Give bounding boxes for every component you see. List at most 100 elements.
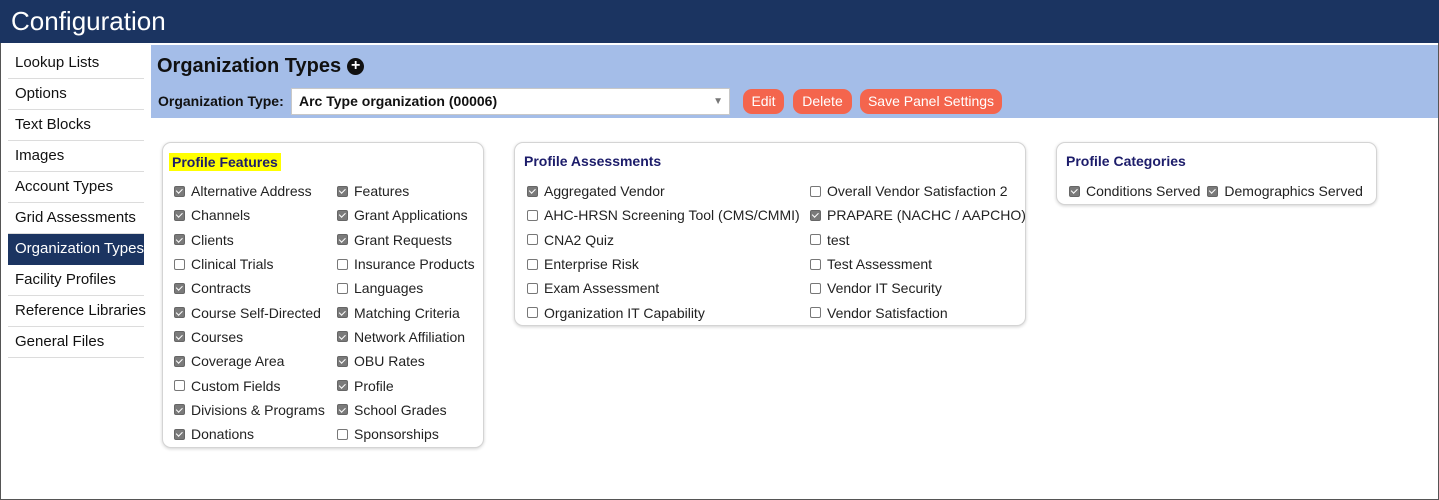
checkbox-checked[interactable] — [337, 331, 348, 343]
checkbox-unchecked[interactable] — [810, 185, 821, 197]
checkbox-row[interactable]: Test Assessment — [810, 252, 1026, 276]
profile-assessments-title: Profile Assessments — [524, 153, 662, 169]
checkbox-row[interactable]: AHC-HRSN Screening Tool (CMS/CMMI) — [527, 203, 800, 227]
checkbox-row[interactable]: test — [810, 228, 1026, 252]
checkbox-checked[interactable] — [174, 209, 185, 221]
checkbox-unchecked[interactable] — [527, 282, 538, 294]
header-panel: Organization Types + Organization Type: … — [151, 45, 1438, 118]
sidebar-item-lookup-lists[interactable]: Lookup Lists — [8, 48, 144, 79]
sidebar-item-options[interactable]: Options — [8, 79, 144, 110]
checkbox-checked[interactable] — [174, 307, 185, 319]
checkbox-row[interactable]: OBU Rates — [337, 349, 475, 373]
profile-features-title: Profile Features — [169, 153, 281, 171]
checkbox-row[interactable]: Contracts — [174, 276, 325, 300]
sidebar-item-reference-libraries[interactable]: Reference Libraries — [8, 296, 146, 327]
sidebar-item-text-blocks[interactable]: Text Blocks — [8, 110, 144, 141]
checkbox-checked[interactable] — [337, 209, 348, 221]
sidebar-item-organization-types[interactable]: Organization Types — [8, 234, 144, 265]
sidebar-item-account-types[interactable]: Account Types — [8, 172, 144, 203]
checkbox-checked[interactable] — [527, 185, 538, 197]
checkbox-unchecked[interactable] — [810, 282, 821, 294]
checkbox-row[interactable]: Exam Assessment — [527, 276, 800, 300]
profile-assessments-card: Profile Assessments Aggregated Vendor AHC… — [514, 142, 1026, 326]
checkbox-checked[interactable] — [337, 355, 348, 367]
checkbox-unchecked[interactable] — [527, 234, 538, 246]
checkbox-row[interactable]: CNA2 Quiz — [527, 228, 800, 252]
checkbox-row[interactable]: Donations — [174, 422, 325, 446]
checkbox-row[interactable]: Vendor IT Security — [810, 276, 1026, 300]
delete-button[interactable]: Delete — [793, 89, 852, 114]
checkbox-label: Overall Vendor Satisfaction 2 — [827, 183, 1008, 200]
sidebar-item-facility-profiles[interactable]: Facility Profiles — [8, 265, 144, 296]
checkbox-row[interactable]: Vendor Satisfaction — [810, 300, 1026, 324]
page-title-wrap: Organization Types + — [157, 55, 365, 78]
checkbox-unchecked[interactable] — [337, 282, 348, 294]
plus-circle-icon[interactable]: + — [347, 58, 365, 75]
checkbox-checked[interactable] — [174, 282, 185, 294]
checkbox-row[interactable]: Insurance Products — [337, 252, 475, 276]
checkbox-checked[interactable] — [174, 234, 185, 246]
checkbox-unchecked[interactable] — [527, 307, 538, 319]
checkbox-unchecked[interactable] — [174, 258, 185, 270]
checkbox-unchecked[interactable] — [810, 258, 821, 270]
checkbox-row[interactable]: Enterprise Risk — [527, 252, 800, 276]
checkbox-unchecked[interactable] — [337, 428, 348, 440]
checkbox-checked[interactable] — [1069, 185, 1080, 197]
checkbox-row[interactable]: PRAPARE (NACHC / AAPCHO) — [810, 203, 1026, 227]
checkbox-row[interactable]: Channels — [174, 203, 325, 227]
checkbox-checked[interactable] — [337, 404, 348, 416]
checkbox-checked[interactable] — [174, 355, 185, 367]
checkbox-label: Donations — [191, 426, 255, 443]
checkbox-checked[interactable] — [1207, 185, 1219, 197]
checkbox-unchecked[interactable] — [174, 380, 185, 392]
checkbox-unchecked[interactable] — [810, 234, 821, 246]
checkbox-label: Conditions Served — [1086, 183, 1201, 200]
checkbox-row[interactable]: Conditions Served — [1069, 179, 1200, 203]
checkbox-label: Clinical Trials — [191, 256, 274, 273]
checkbox-unchecked[interactable] — [527, 209, 538, 221]
checkbox-row[interactable]: Network Affiliation — [337, 325, 475, 349]
checkbox-row[interactable]: Clients — [174, 228, 325, 252]
sidebar-item-grid-assessments[interactable]: Grid Assessments — [8, 203, 144, 234]
checkbox-checked[interactable] — [174, 404, 185, 416]
checkbox-checked[interactable] — [174, 185, 185, 197]
checkbox-row[interactable]: Overall Vendor Satisfaction 2 — [810, 179, 1026, 203]
checkbox-row[interactable]: Matching Criteria — [337, 300, 475, 324]
checkbox-checked[interactable] — [337, 380, 348, 392]
checkbox-checked[interactable] — [337, 234, 348, 246]
checkbox-row[interactable]: Alternative Address — [174, 179, 325, 203]
checkbox-row[interactable]: Demographics Served — [1207, 179, 1363, 203]
checkbox-row[interactable]: School Grades — [337, 398, 475, 422]
profile-categories-title: Profile Categories — [1066, 153, 1186, 169]
checkbox-row[interactable]: Course Self-Directed — [174, 300, 325, 324]
checkbox-row[interactable]: Sponsorships — [337, 422, 475, 446]
checkbox-checked[interactable] — [174, 428, 185, 440]
checkbox-unchecked[interactable] — [527, 258, 538, 270]
checkbox-checked[interactable] — [337, 307, 348, 319]
checkbox-row[interactable]: Languages — [337, 276, 475, 300]
checkbox-unchecked[interactable] — [337, 258, 348, 270]
checkbox-checked[interactable] — [810, 209, 821, 221]
checkbox-checked[interactable] — [174, 331, 185, 343]
checkbox-row[interactable]: Grant Requests — [337, 228, 475, 252]
checkbox-row[interactable]: Courses — [174, 325, 325, 349]
checkbox-row[interactable]: Divisions & Programs — [174, 398, 325, 422]
checkbox-row[interactable]: Clinical Trials — [174, 252, 325, 276]
edit-button[interactable]: Edit — [743, 89, 784, 114]
checkbox-row[interactable]: Aggregated Vendor — [527, 179, 800, 203]
checkbox-row[interactable]: Profile — [337, 373, 475, 397]
sidebar-item-general-files[interactable]: General Files — [8, 327, 144, 358]
sidebar-item-images[interactable]: Images — [8, 141, 144, 172]
checkbox-row[interactable]: Custom Fields — [174, 373, 325, 397]
org-type-select[interactable]: Arc Type organization (00006) ▼ — [291, 88, 730, 115]
save-panel-settings-button[interactable]: Save Panel Settings — [860, 89, 1002, 114]
checkbox-row[interactable]: Coverage Area — [174, 349, 325, 373]
checkbox-checked[interactable] — [337, 185, 348, 197]
page-title: Organization Types — [157, 55, 342, 77]
checkbox-row[interactable]: Organization IT Capability — [527, 300, 800, 324]
checkbox-unchecked[interactable] — [810, 307, 821, 319]
sidebar: Lookup Lists Options Text Blocks Images Acco… — [8, 48, 146, 358]
checkbox-row[interactable]: Features — [337, 179, 475, 203]
checkbox-label: Vendor Satisfaction — [827, 304, 948, 321]
checkbox-row[interactable]: Grant Applications — [337, 203, 475, 227]
